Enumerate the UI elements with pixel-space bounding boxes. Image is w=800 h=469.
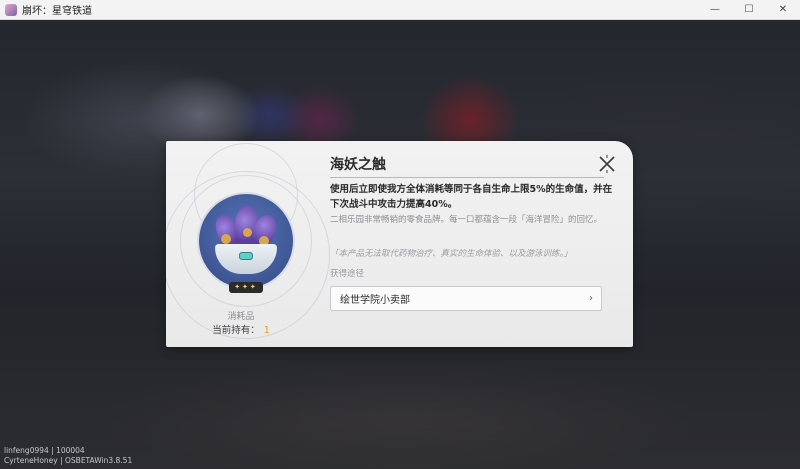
watermark-line-2: CyrteneHoney | OSBETAWin3.8.51 — [4, 456, 133, 465]
item-info-panel: 海妖之触 使用后立即使我方全体消耗等同于各自生命上限5%的生命值，并在下次战斗中… — [330, 141, 620, 347]
close-icon — [599, 155, 615, 173]
chevron-right-icon: › — [589, 293, 593, 304]
close-window-button[interactable]: ✕ — [766, 0, 800, 20]
close-dialog-button[interactable] — [598, 155, 616, 173]
item-quote: 「本产品无法取代药物治疗、真实的生命体验、以及游泳训练。」 — [330, 249, 573, 259]
snack-ring-shape — [221, 234, 231, 244]
window-title: 崩坏：星穹铁道 — [22, 6, 92, 17]
bowl-shape — [215, 244, 277, 274]
title-divider — [330, 177, 604, 178]
build-watermark: linfeng0994 | 100004 CyrteneHoney | OSBE… — [4, 446, 132, 466]
source-shop-label: 绘世学院小卖部 — [340, 295, 410, 306]
source-shop-button[interactable]: 绘世学院小卖部 › — [330, 286, 602, 311]
app-icon — [5, 3, 17, 16]
snack-ring-shape — [243, 228, 252, 237]
item-icon — [199, 194, 293, 288]
maximize-button[interactable]: ☐ — [732, 0, 766, 20]
owned-label: 当前持有： — [212, 325, 260, 336]
item-lore: 二相乐园非常畅销的零食品牌。每一口都蕴含一段「海洋冒险」的回忆。 — [330, 215, 603, 225]
watermark-line-1: linfeng0994 | 100004 — [4, 446, 85, 455]
item-category: 消耗品 — [227, 312, 255, 322]
owned-count: 1 — [263, 325, 270, 336]
item-detail-dialog: ✦✦✦ 消耗品 当前持有： 1 海妖之触 使用后立即使我方全体消耗等同于各自生命上… — [166, 141, 633, 347]
item-effect-description: 使用后立即使我方全体消耗等同于各自生命上限5%的生命值，并在下次战斗中攻击力提高… — [330, 184, 613, 210]
owned-info: 当前持有： 1 — [166, 322, 316, 336]
source-label: 获得途径 — [330, 269, 365, 279]
bowl-emblem — [239, 252, 253, 260]
window-titlebar: 崩坏：星穹铁道 — ☐ ✕ — [0, 0, 800, 20]
window-controls: — ☐ ✕ — [698, 0, 800, 20]
minimize-button[interactable]: — — [698, 0, 732, 20]
item-preview-panel: ✦✦✦ 消耗品 当前持有： 1 — [166, 141, 330, 347]
rarity-stars: ✦✦✦ — [229, 282, 263, 293]
item-title: 海妖之触 — [330, 157, 386, 173]
